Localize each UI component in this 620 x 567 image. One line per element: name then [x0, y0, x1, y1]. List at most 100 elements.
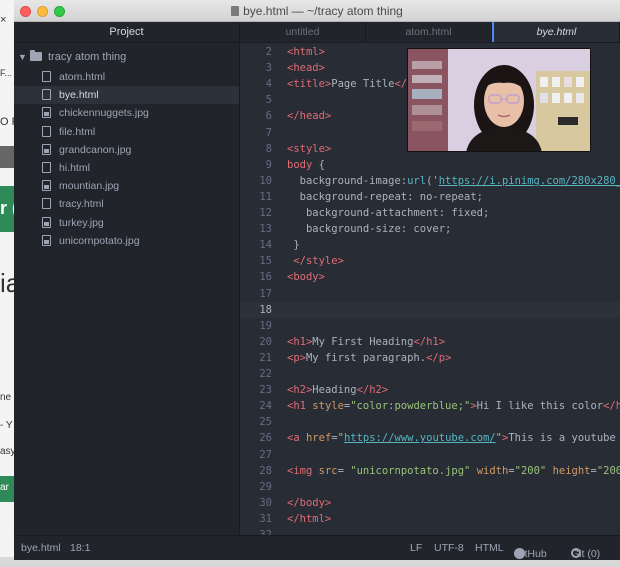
tab-atom-html[interactable]: atom.html	[366, 22, 492, 42]
status-github-label: GitHub	[514, 548, 547, 560]
status-file-name[interactable]: bye.html	[21, 542, 61, 554]
code-line[interactable]: 13 background-size: cover;	[240, 221, 620, 237]
line-number: 18	[259, 303, 272, 316]
line-number: 10	[259, 174, 272, 187]
code-line[interactable]: 27	[240, 447, 620, 463]
bg-text-1: F...	[0, 68, 13, 78]
image-file-icon	[42, 180, 51, 192]
tree-file-item[interactable]: tracy.html	[14, 195, 239, 213]
code-line[interactable]: 32	[240, 527, 620, 535]
code-line[interactable]: 16 <body>	[240, 269, 620, 285]
tab-bar: untitled atom.html bye.html	[240, 22, 620, 43]
tree-file-label: hi.html	[59, 161, 90, 174]
status-encoding[interactable]: UTF-8	[434, 542, 464, 554]
line-number: 14	[259, 239, 272, 252]
code-line[interactable]: 9 body {	[240, 157, 620, 173]
line-number: 2	[265, 46, 272, 58]
line-source: body {	[287, 158, 325, 171]
line-number: 13	[259, 223, 272, 236]
line-number: 19	[259, 319, 272, 332]
line-source: <title>Page Title</ti	[287, 78, 420, 91]
tab-untitled[interactable]: untitled	[240, 22, 366, 42]
line-number: 27	[259, 448, 272, 461]
tree-file-label: chickennuggets.jpg	[59, 107, 149, 120]
line-number: 5	[265, 94, 272, 107]
code-line[interactable]: 20 <h1>My First Heading</h1>	[240, 334, 620, 350]
line-source: </head>	[287, 110, 332, 123]
file-icon	[42, 161, 51, 173]
line-number: 4	[265, 78, 272, 91]
image-file-icon	[42, 216, 51, 228]
tree-file-label: grandcanon.jpg	[59, 143, 132, 156]
line-number: 11	[259, 190, 272, 203]
code-line[interactable]: 24 <h1 style="color:powderblue;">Hi I lik…	[240, 398, 620, 414]
line-number: 29	[259, 480, 272, 493]
code-line[interactable]: 25	[240, 414, 620, 430]
tree-file-item[interactable]: unicornpotato.jpg	[14, 232, 239, 250]
window-title: bye.html — ~/tracy atom thing	[14, 4, 620, 18]
line-source: background-repeat: no-repeat;	[287, 190, 483, 203]
tree-file-item[interactable]: hi.html	[14, 159, 239, 177]
line-number: 7	[265, 126, 272, 139]
tab-bye-html[interactable]: bye.html	[492, 22, 620, 42]
folder-icon	[30, 50, 42, 61]
project-tree-view: Project ▼ tracy atom thing atom.html bye.h…	[14, 22, 240, 535]
tree-file-label: unicornpotato.jpg	[59, 234, 140, 247]
status-cursor-position[interactable]: 18:1	[70, 542, 90, 554]
line-number: 12	[259, 207, 272, 219]
line-source: </html>	[287, 512, 332, 525]
line-number: 31	[259, 512, 272, 525]
tree-file-item[interactable]: atom.html	[14, 68, 239, 86]
code-line[interactable]: 26 <a href="https://www.youtube.com/">Thi…	[240, 430, 620, 446]
line-number: 32	[259, 529, 272, 535]
line-source: <img src= "unicornpotato.jpg" width="200…	[287, 464, 620, 477]
code-line[interactable]: 10 background-image:url('https://i.pinim…	[240, 173, 620, 189]
document-icon	[231, 6, 240, 16]
tree-file-item[interactable]: bye.html	[14, 86, 239, 105]
code-line[interactable]: 28 <img src= "unicornpotato.jpg" width="2…	[240, 463, 620, 479]
line-number: 24	[259, 400, 272, 413]
line-number: 20	[259, 335, 272, 348]
line-source: background-attachment: fixed;	[287, 207, 490, 219]
line-source: }	[287, 239, 300, 252]
status-line-ending[interactable]: LF	[410, 542, 422, 554]
chevron-down-icon: ▼	[18, 52, 27, 62]
code-line[interactable]: 21 <p>My first paragraph.</p>	[240, 350, 620, 366]
webcam-video-image	[408, 49, 590, 151]
project-root-folder[interactable]: ▼ tracy atom thing	[14, 46, 239, 68]
tree-file-item[interactable]: file.html	[14, 123, 239, 141]
tree-file-item[interactable]: mountian.jpg	[14, 177, 239, 195]
line-number: 30	[259, 496, 272, 509]
line-number: 28	[259, 464, 272, 477]
line-source: background-image:url('https://i.pinimg.c…	[287, 174, 620, 187]
code-line[interactable]: 29	[240, 479, 620, 495]
title-bar: bye.html — ~/tracy atom thing	[14, 0, 620, 22]
code-line[interactable]: 18	[240, 301, 620, 318]
code-line[interactable]: 11 background-repeat: no-repeat;	[240, 189, 620, 205]
file-icon	[42, 125, 51, 137]
line-number: 15	[259, 255, 272, 268]
tree-file-label: atom.html	[59, 71, 106, 83]
line-source: <h1 style="color:powderblue;">Hi I like …	[287, 400, 620, 413]
file-icon	[42, 71, 51, 82]
code-line[interactable]: 17	[240, 286, 620, 302]
status-grammar[interactable]: HTML	[475, 542, 504, 554]
line-number: 26	[259, 432, 272, 445]
code-line[interactable]: 30 </body>	[240, 495, 620, 511]
line-number: 16	[259, 271, 272, 284]
code-line[interactable]: 15 </style>	[240, 253, 620, 269]
tree-file-item[interactable]: grandcanon.jpg	[14, 141, 239, 159]
code-line[interactable]: 31 </html>	[240, 511, 620, 527]
code-line[interactable]: 22	[240, 366, 620, 382]
status-git-label: Git (0)	[571, 548, 601, 560]
code-line[interactable]: 23 <h2>Heading</h2>	[240, 382, 620, 398]
tree-file-item[interactable]: turkey.jpg	[14, 214, 239, 232]
bg-text-6: - Y	[0, 420, 13, 431]
line-source: <style>	[287, 142, 332, 155]
code-line[interactable]: 19	[240, 318, 620, 334]
tree-file-item[interactable]: chickennuggets.jpg	[14, 104, 239, 122]
tree-file-label: file.html	[59, 125, 96, 138]
code-line[interactable]: 12 background-attachment: fixed;	[240, 205, 620, 221]
line-number: 6	[265, 110, 272, 123]
code-line[interactable]: 14 }	[240, 237, 620, 253]
